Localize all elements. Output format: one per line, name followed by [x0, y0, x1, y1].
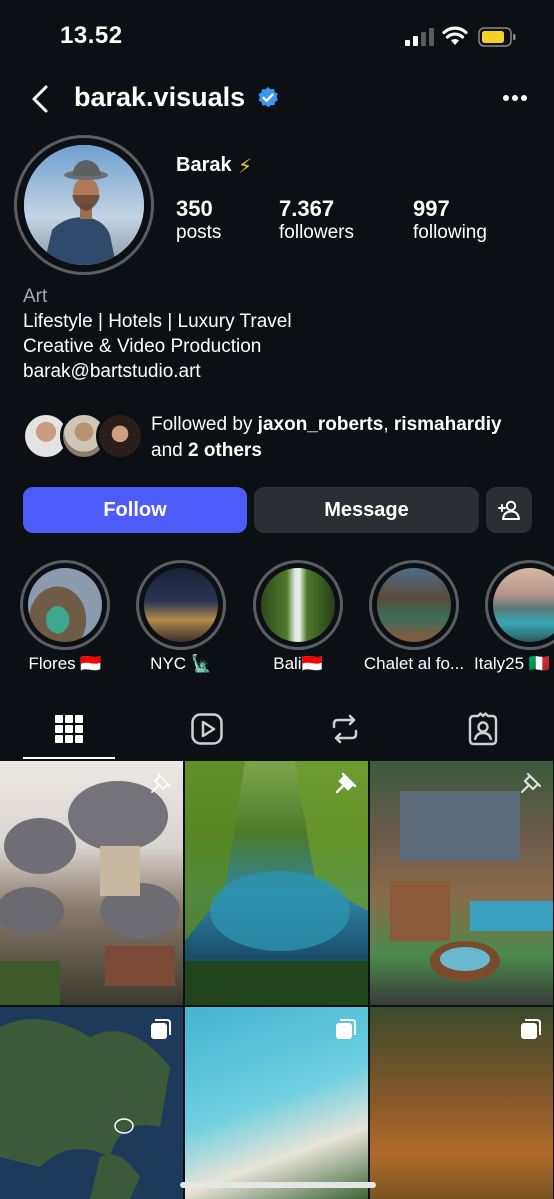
highlight-cover	[28, 568, 102, 642]
back-chevron-icon[interactable]	[28, 84, 52, 114]
highlight-cover	[261, 568, 335, 642]
highlight-label: NYC 🗽	[150, 654, 212, 673]
post-tile[interactable]	[370, 761, 553, 1005]
mutual-follower-avatar[interactable]	[96, 412, 144, 460]
pin-icon	[151, 773, 171, 793]
bio-line: Lifestyle | Hotels | Luxury Travel	[23, 311, 292, 332]
add-person-icon	[498, 500, 520, 520]
bio-email-link[interactable]: barak@bartstudio.art	[23, 359, 201, 384]
post-thumbnail	[185, 761, 368, 1005]
mutual-user-name[interactable]: rismahardiy	[394, 414, 502, 435]
highlight-bali[interactable]	[253, 560, 343, 650]
stat-value: 997	[413, 196, 450, 221]
stat-label: followers	[279, 222, 354, 243]
post-tile[interactable]	[185, 761, 368, 1005]
highlight-cover	[144, 568, 218, 642]
highlight-italy25[interactable]	[485, 560, 554, 650]
highlight-label: Bali🇮🇩	[273, 654, 323, 673]
bio-line: Creative & Video Production	[23, 336, 262, 357]
profile-screen: 13.52 barak.visuals Barak ⚡ 350 posts 7.…	[0, 0, 554, 1199]
carousel-icon	[336, 1019, 356, 1039]
followed-by-separator: ,	[383, 414, 394, 435]
verified-badge-icon	[258, 87, 278, 108]
post-tile[interactable]	[0, 761, 183, 1005]
profile-category: Art	[23, 286, 48, 307]
highlight-flores[interactable]	[20, 560, 110, 650]
battery-icon	[478, 27, 516, 47]
mutual-user-name[interactable]: jaxon_roberts	[258, 414, 384, 435]
highlight-chalet[interactable]	[369, 560, 459, 650]
stat-following[interactable]: 997 following	[413, 196, 487, 244]
post-tile[interactable]	[370, 1007, 553, 1199]
stat-posts[interactable]: 350 posts	[176, 196, 221, 244]
profile-username: barak.visuals	[74, 82, 246, 112]
tagged-icon[interactable]	[466, 712, 500, 746]
post-tile[interactable]	[185, 1007, 368, 1199]
stat-followers[interactable]: 7.367 followers	[279, 196, 354, 244]
cellular-signal-icon	[405, 28, 434, 46]
followed-by-prefix: Followed by	[151, 414, 258, 435]
pin-icon	[521, 773, 541, 793]
followed-by-and: and	[151, 440, 188, 461]
post-thumbnail	[0, 781, 180, 1005]
highlight-label: Italy25 🇮🇹	[474, 654, 550, 673]
avatar-photo	[24, 145, 144, 265]
message-button[interactable]: Message	[254, 487, 479, 533]
highlight-cover	[377, 568, 451, 642]
highlight-label: Flores 🇮🇩	[28, 654, 102, 673]
active-tab-indicator	[23, 757, 115, 759]
reels-icon[interactable]	[190, 712, 224, 746]
more-options-icon[interactable]	[502, 94, 528, 102]
highlight-cover	[493, 568, 554, 642]
stat-label: following	[413, 222, 487, 243]
stat-value: 350	[176, 196, 213, 221]
status-time: 13.52	[60, 22, 123, 49]
home-indicator[interactable]	[180, 1182, 376, 1188]
highlight-nyc[interactable]	[136, 560, 226, 650]
lightning-icon: ⚡	[238, 156, 253, 178]
stat-value: 7.367	[279, 196, 335, 221]
reposts-icon[interactable]	[328, 712, 362, 746]
highlight-label: Chalet al fo...	[363, 654, 465, 673]
followed-by-text[interactable]: Followed by jaxon_roberts, rismahardiy an…	[151, 412, 541, 464]
pin-icon	[335, 772, 357, 794]
mutual-others-count[interactable]: 2 others	[188, 440, 262, 461]
carousel-icon	[151, 1019, 171, 1039]
suggest-people-button[interactable]	[486, 487, 532, 533]
grid-icon[interactable]	[52, 712, 86, 746]
follow-button[interactable]: Follow	[23, 487, 247, 533]
avatar[interactable]	[24, 145, 144, 265]
stat-label: posts	[176, 222, 222, 243]
post-thumbnail	[390, 791, 553, 981]
post-tile[interactable]	[0, 1007, 183, 1199]
display-name: Barak	[176, 154, 232, 176]
wifi-icon	[442, 26, 468, 45]
carousel-icon	[521, 1019, 541, 1039]
